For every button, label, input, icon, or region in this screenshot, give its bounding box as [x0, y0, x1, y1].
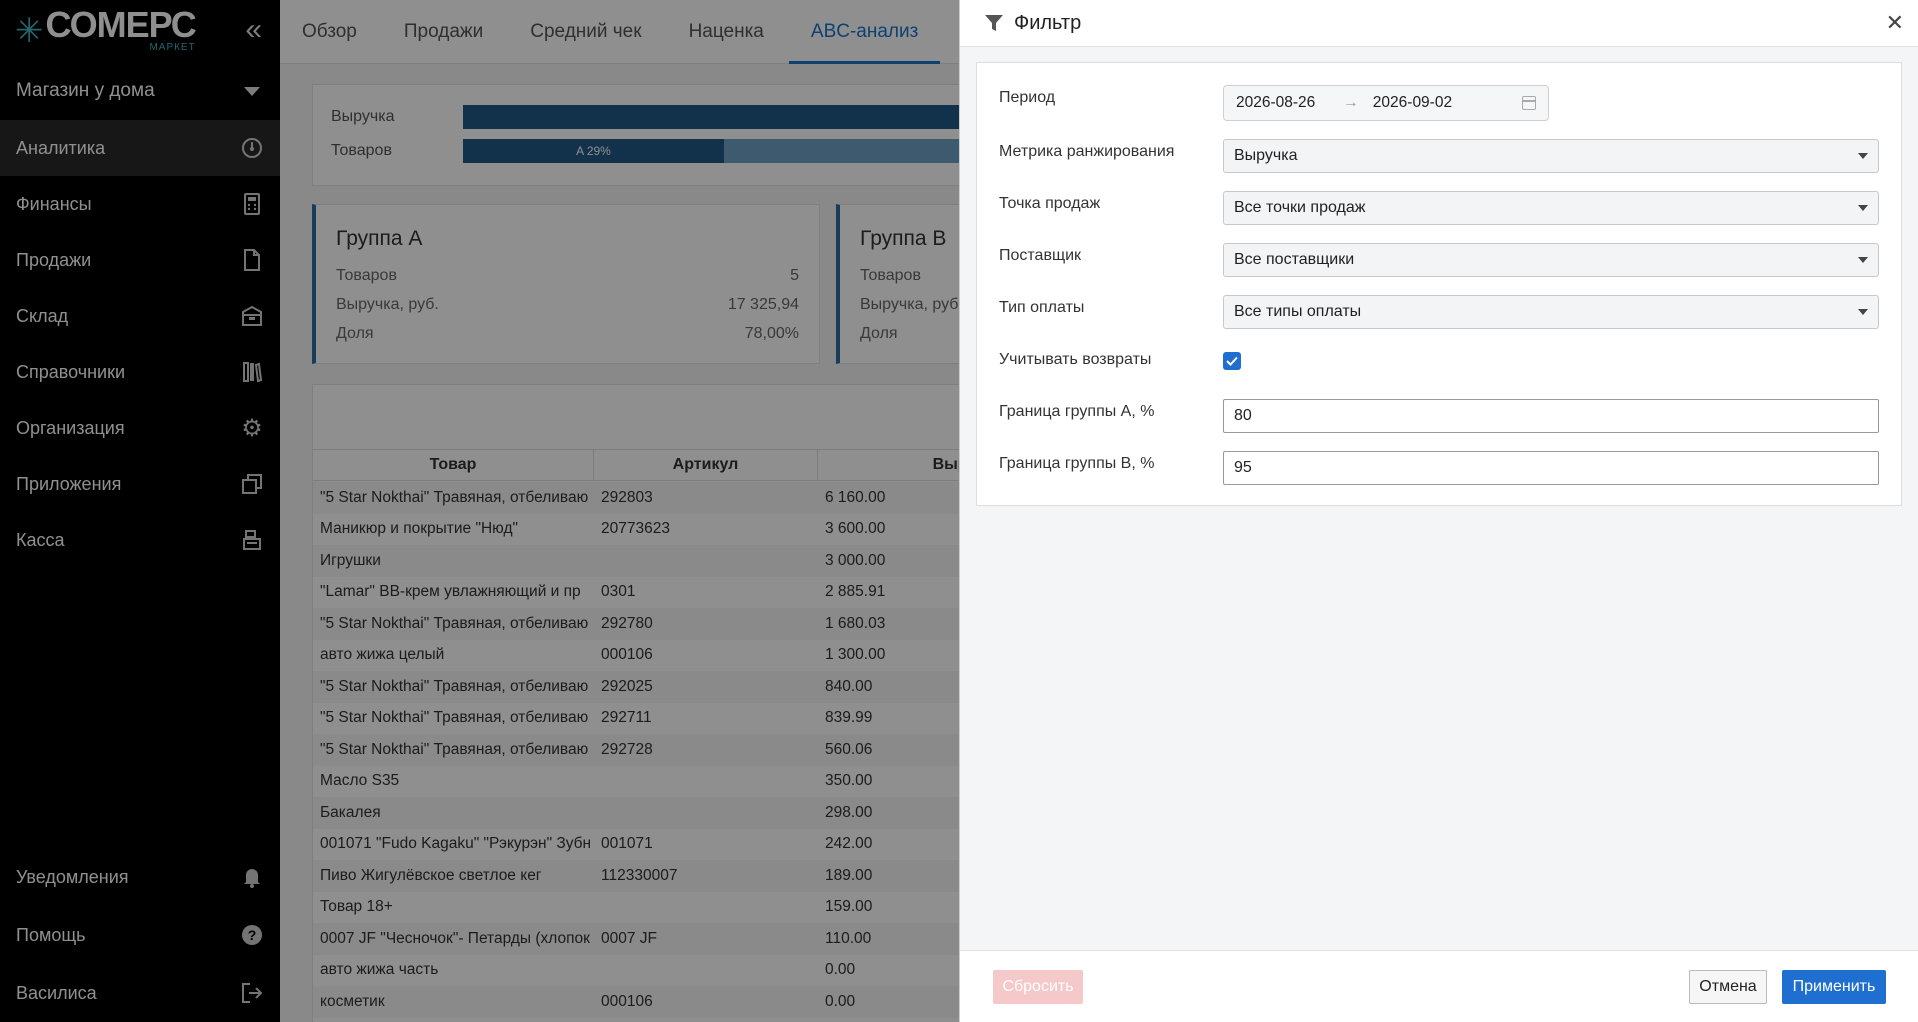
group-b-row: Граница группы B, % 95 — [999, 451, 1879, 485]
returns-row: Учитывать возвраты — [999, 347, 1241, 370]
drawer-header: Фильтр ✕ — [960, 0, 1918, 47]
drawer-footer: Сбросить Отмена Применить — [960, 950, 1918, 1022]
returns-checkbox[interactable] — [1223, 352, 1241, 370]
group-a-row: Граница группы A, % 80 — [999, 399, 1879, 433]
metric-row: Метрика ранжирования Выручка — [999, 139, 1879, 173]
returns-label: Учитывать возвраты — [999, 351, 1152, 368]
group-b-label: Граница группы B, % — [999, 455, 1155, 472]
point-value: Все точки продаж — [1234, 199, 1366, 216]
reset-button[interactable]: Сбросить — [993, 970, 1083, 1004]
supplier-label: Поставщик — [999, 247, 1082, 264]
calendar-icon — [1522, 96, 1536, 110]
period-label: Период — [999, 89, 1056, 106]
payment-row: Тип оплаты Все типы оплаты — [999, 295, 1879, 329]
metric-value: Выручка — [1234, 147, 1298, 164]
checkmark-icon — [1226, 356, 1238, 366]
date-to[interactable]: 2026-09-02 — [1373, 94, 1452, 112]
payment-select[interactable]: Все типы оплаты — [1223, 295, 1879, 329]
chevron-down-icon — [1858, 205, 1868, 211]
filter-form: Период 2026-08-26 → 2026-09-02 Метрика р… — [976, 62, 1902, 506]
filter-icon — [985, 15, 1003, 31]
payment-value: Все типы оплаты — [1234, 303, 1362, 320]
metric-select[interactable]: Выручка — [1223, 139, 1879, 173]
group-b-input[interactable]: 95 — [1223, 451, 1879, 485]
metric-label: Метрика ранжирования — [999, 143, 1175, 160]
supplier-value: Все поставщики — [1234, 251, 1355, 268]
arrow-right-icon: → — [1343, 94, 1359, 111]
point-label: Точка продаж — [999, 195, 1101, 212]
cancel-button[interactable]: Отмена — [1689, 970, 1767, 1004]
chevron-down-icon — [1858, 153, 1868, 159]
chevron-down-icon — [1858, 309, 1868, 315]
chevron-down-icon — [1858, 257, 1868, 263]
supplier-row: Поставщик Все поставщики — [999, 243, 1879, 277]
modal-overlay[interactable] — [0, 0, 960, 1022]
drawer-title: Фильтр — [1014, 11, 1082, 34]
point-select[interactable]: Все точки продаж — [1223, 191, 1879, 225]
period-row: Период 2026-08-26 → 2026-09-02 — [999, 85, 1549, 121]
period-range-picker[interactable]: 2026-08-26 → 2026-09-02 — [1223, 85, 1549, 121]
group-a-label: Граница группы A, % — [999, 403, 1155, 420]
filter-drawer: Фильтр ✕ Период 2026-08-26 → 2026-09-02 … — [959, 0, 1918, 1022]
supplier-select[interactable]: Все поставщики — [1223, 243, 1879, 277]
point-row: Точка продаж Все точки продаж — [999, 191, 1879, 225]
date-from[interactable]: 2026-08-26 — [1236, 94, 1315, 112]
close-icon[interactable]: ✕ — [1886, 10, 1904, 36]
apply-button[interactable]: Применить — [1782, 970, 1886, 1004]
group-a-input[interactable]: 80 — [1223, 399, 1879, 433]
payment-label: Тип оплаты — [999, 299, 1085, 316]
